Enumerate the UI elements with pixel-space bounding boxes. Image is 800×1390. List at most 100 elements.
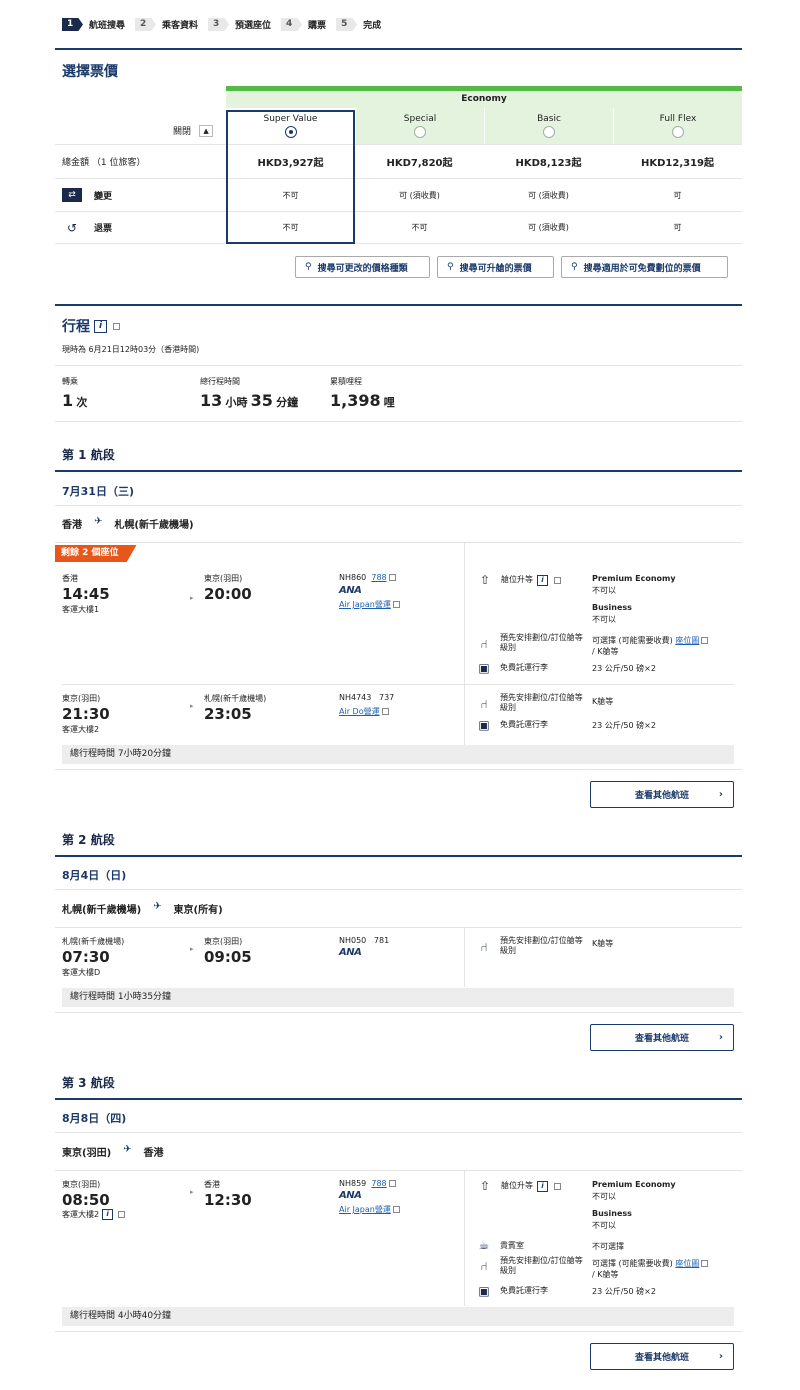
flight-number-wrap: NH050 781 xyxy=(339,936,389,945)
fare-name: Full Flex xyxy=(659,114,697,124)
segment-date: 8月4日（日) xyxy=(62,869,127,882)
external-link-icon[interactable] xyxy=(118,1211,126,1218)
change-row: ⇄ 變更 不可 可 (須收費) 可 (須收費) 可 xyxy=(55,179,742,212)
search-upgradeable-button[interactable]: ⚲ 搜尋可升艙的票價 xyxy=(437,256,554,278)
flight-number-wrap: NH859 788 xyxy=(339,1179,396,1188)
step-3: 3 預選座位 xyxy=(208,18,271,31)
lounge-label: 貴賓室 xyxy=(500,1241,524,1250)
step-label: 預選座位 xyxy=(235,21,272,31)
premium-economy-label: Premium Economy xyxy=(592,574,676,583)
airline-logo: ANA xyxy=(339,1190,362,1201)
seat-value: 可選擇 (可能需要收費) xyxy=(592,1259,673,1268)
fare-option-full-flex[interactable]: Full Flex xyxy=(613,108,742,144)
button-label: 搜尋可更改的價格種類 xyxy=(317,263,408,274)
external-link-icon[interactable] xyxy=(388,574,396,581)
miles-label: 累積哩程 xyxy=(330,377,362,386)
chevron-right-icon: › xyxy=(718,789,723,800)
seat-value-wrap: 可選擇 (可能需要收費) 座位圖 xyxy=(592,1258,709,1269)
more-flights-button[interactable]: 查看其他航班 › xyxy=(590,781,734,808)
aircraft-link[interactable]: 788 xyxy=(371,1179,386,1188)
more-flights-button[interactable]: 查看其他航班 › xyxy=(590,1343,734,1370)
segment-date: 8月8日（四) xyxy=(62,1112,127,1125)
arrival-time: 23:05 xyxy=(204,705,252,723)
arrival-city: 香港 xyxy=(204,1180,220,1189)
fare-option-special[interactable]: Special xyxy=(355,108,484,144)
divider xyxy=(55,1170,742,1171)
fare-title: 選擇票價 xyxy=(62,64,118,80)
refund-label-wrap: ↺ 退票 xyxy=(55,221,226,235)
external-link-icon[interactable] xyxy=(113,322,120,330)
baggage-icon: ▣ xyxy=(478,718,490,732)
step-number: 1 xyxy=(62,18,83,31)
search-changeable-button[interactable]: ⚲ 搜尋可更改的價格種類 xyxy=(295,256,430,278)
radio[interactable] xyxy=(414,126,426,138)
chevron-up-icon[interactable]: ▲ xyxy=(199,124,214,137)
seat-value-wrap: 可選擇 (可能需要收費) 座位圖 xyxy=(592,635,709,646)
total-label: 總金額 （1 位旅客） xyxy=(62,158,146,168)
info-icon[interactable]: i xyxy=(537,574,548,586)
external-link-icon[interactable] xyxy=(392,601,400,608)
seat-icon: ⑁ xyxy=(480,940,488,954)
arrival-time: 20:00 xyxy=(204,585,252,603)
departure-time: 21:30 xyxy=(62,705,110,723)
price: HKD7,820起 xyxy=(386,158,453,169)
divider xyxy=(55,769,742,770)
operator-link[interactable]: Air Do營運 xyxy=(339,707,380,716)
departure-time: 14:45 xyxy=(62,585,110,603)
lounge-value: 不可選擇 xyxy=(592,1242,624,1251)
collapse-toggle[interactable]: 關閉 ▲ xyxy=(173,124,214,137)
seat-label: 預先安排劃位/訂位艙等級別 xyxy=(500,936,583,955)
segment-title: 第 1 航段 xyxy=(62,448,115,462)
external-link-icon[interactable] xyxy=(554,1182,561,1190)
collapse-label: 關閉 xyxy=(173,127,192,137)
miles-number: 1,398 xyxy=(330,391,381,410)
divider xyxy=(55,927,742,928)
step-number: 2 xyxy=(135,18,157,31)
info-icon[interactable]: i xyxy=(537,1180,548,1192)
info-icon[interactable]: i xyxy=(102,1209,114,1220)
aircraft-code: 737 xyxy=(379,693,395,702)
seat-label: 預先安排劃位/訂位艙等級別 xyxy=(500,633,583,652)
refund-row: ↺ 退票 不可 不可 可 (須收費) 可 xyxy=(55,212,742,244)
premium-economy-value: 不可以 xyxy=(592,586,616,595)
operator-link[interactable]: Air Japan營運 xyxy=(339,600,391,609)
search-buttons: ⚲ 搜尋可更改的價格種類 ⚲ 搜尋可升艙的票價 ⚲ 搜尋適用於可免費劃位的票價 xyxy=(295,256,728,278)
seat-map-link[interactable]: 座位圖 xyxy=(675,1259,699,1268)
duration-label: 總行程時間 xyxy=(200,377,240,386)
premium-economy-label: Premium Economy xyxy=(592,1180,676,1189)
external-link-icon[interactable] xyxy=(701,637,709,644)
duration-hours: 13 xyxy=(200,391,223,410)
arrow-right-icon: ▸ xyxy=(190,594,194,602)
more-flights-button[interactable]: 查看其他航班 › xyxy=(590,1024,734,1051)
external-link-icon[interactable] xyxy=(388,1180,396,1187)
operator-wrap: Air Japan營運 xyxy=(339,599,400,610)
refund-value: 可 xyxy=(673,223,682,232)
fare-option-basic[interactable]: Basic xyxy=(484,108,613,144)
flight-number: NH860 xyxy=(339,573,367,582)
aircraft-link[interactable]: 788 xyxy=(371,573,386,582)
seat-icon: ⑁ xyxy=(480,1259,488,1273)
operator-link[interactable]: Air Japan營運 xyxy=(339,1205,391,1214)
radio[interactable] xyxy=(672,126,684,138)
selected-fare-frame xyxy=(226,110,355,244)
search-icon: ⚲ xyxy=(571,262,578,272)
external-link-icon[interactable] xyxy=(392,1206,400,1213)
external-link-icon[interactable] xyxy=(381,708,389,715)
radio[interactable] xyxy=(543,126,555,138)
refund-icon: ↺ xyxy=(66,220,78,235)
step-number: 4 xyxy=(281,18,303,31)
arrival-city: 東京(羽田) xyxy=(204,574,243,583)
divider xyxy=(55,889,742,890)
step-1: 1 航班搜尋 xyxy=(62,18,125,31)
seat-map-link[interactable]: 座位圖 xyxy=(675,636,699,645)
info-icon[interactable]: i xyxy=(94,319,107,333)
external-link-icon[interactable] xyxy=(554,576,561,584)
current-time-note: 現時為 6月21日12時03分（香港時間) xyxy=(62,345,200,354)
search-free-seat-button[interactable]: ⚲ 搜尋適用於可免費劃位的票價 xyxy=(561,256,728,278)
step-5: 5 完成 xyxy=(336,18,381,31)
duration-minutes: 35 xyxy=(250,391,273,410)
external-link-icon[interactable] xyxy=(701,1260,709,1267)
transfer-label: 轉乘 xyxy=(62,377,78,386)
baggage-label: 免費託運行李 xyxy=(500,720,548,729)
refund-value: 可 (須收費) xyxy=(528,223,569,232)
